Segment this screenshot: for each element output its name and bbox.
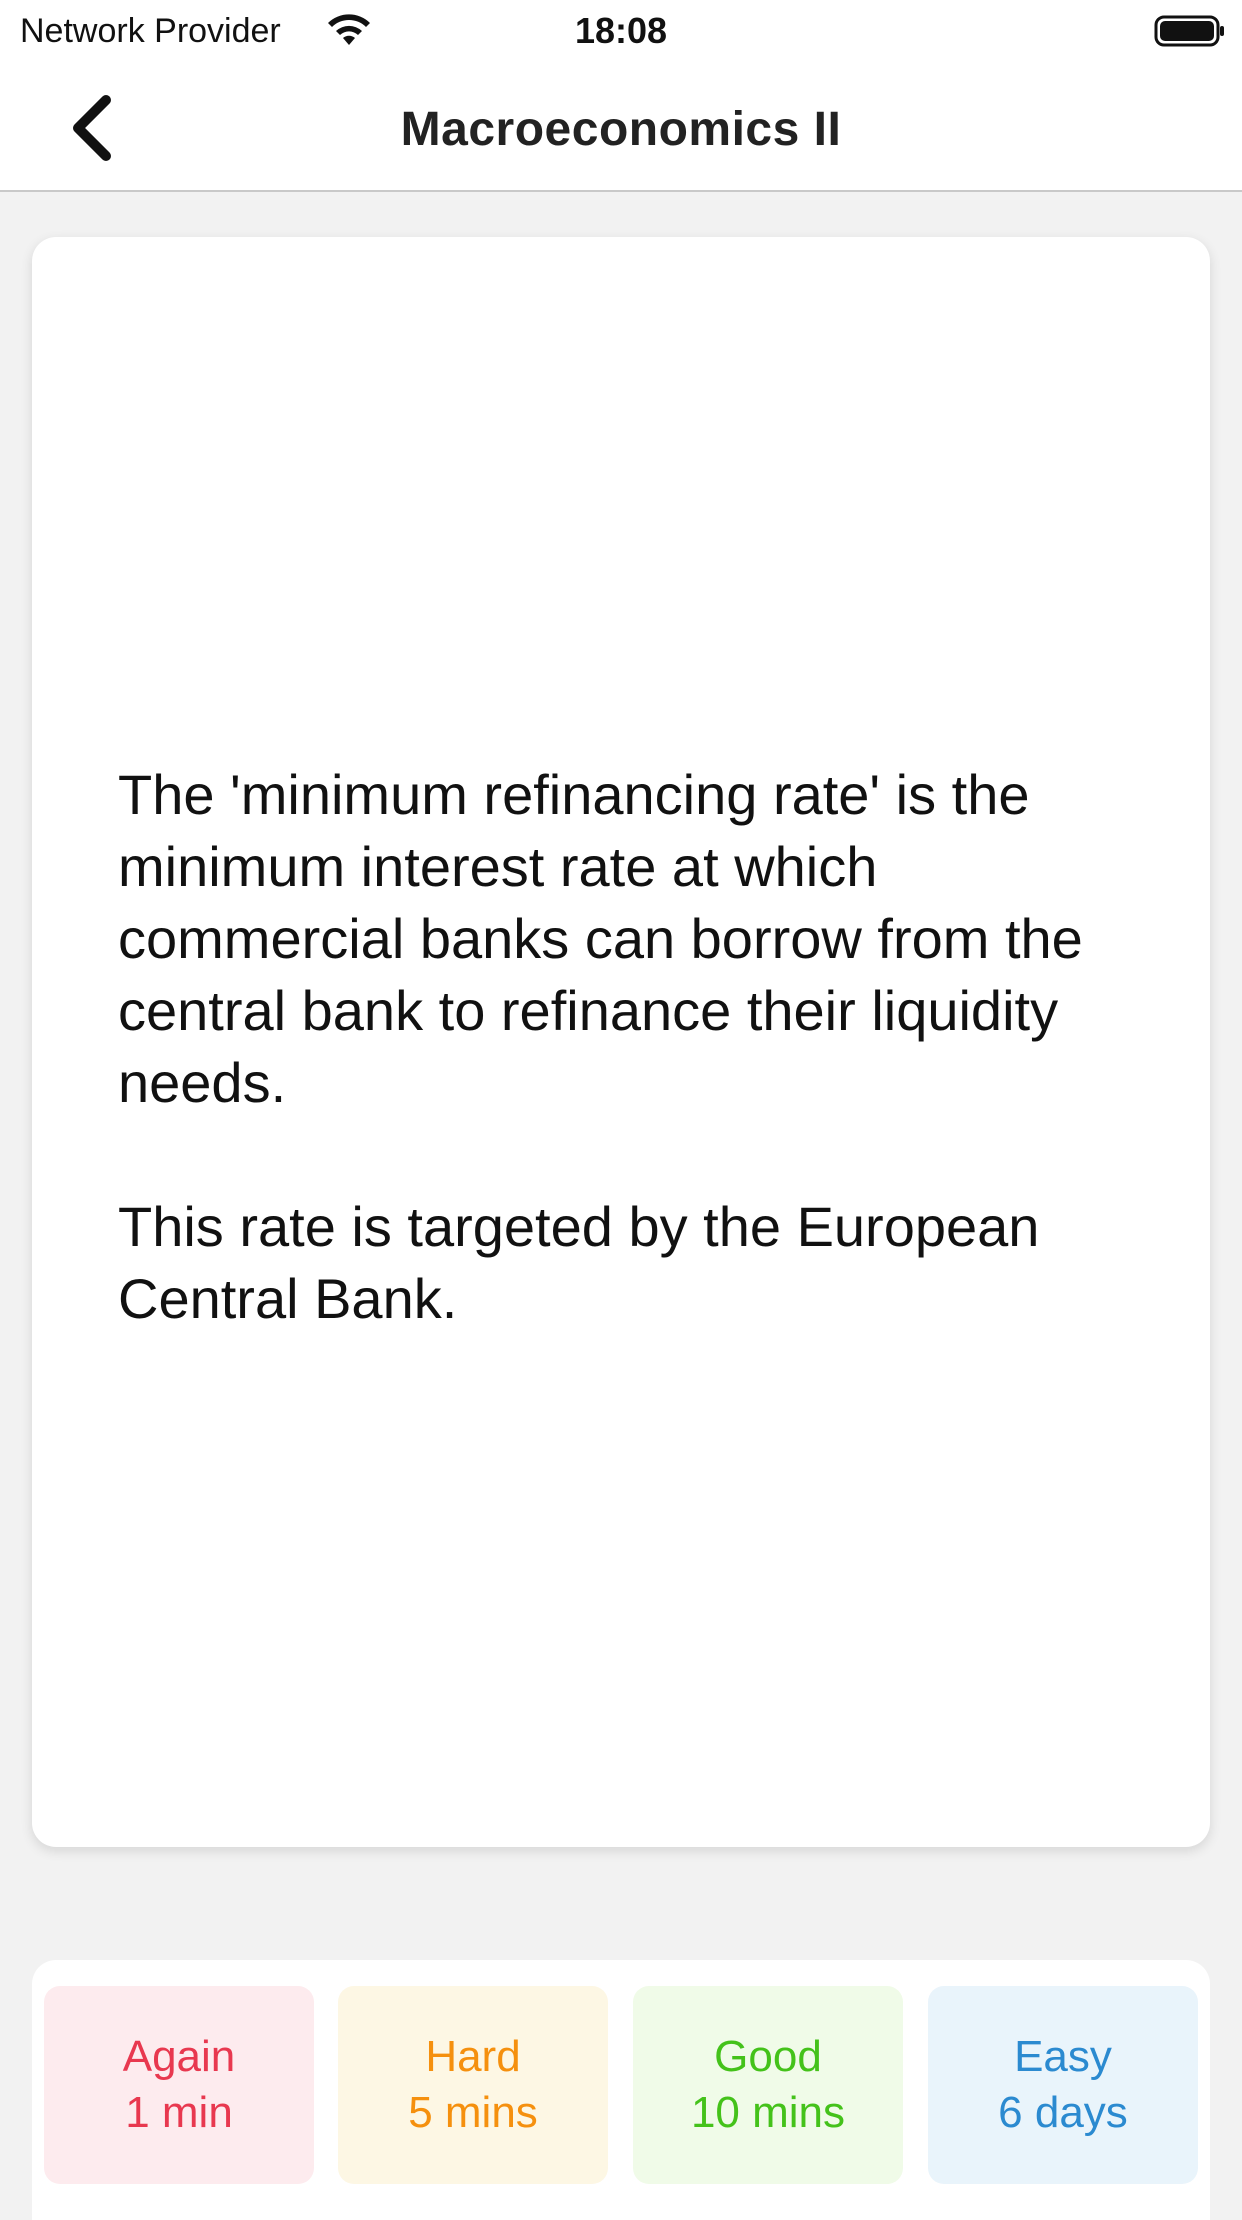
hard-label: Hard: [425, 2032, 521, 2081]
flashcard-paragraph: The 'minimum refinancing rate' is the mi…: [118, 763, 1083, 1114]
again-label: Again: [122, 2032, 236, 2081]
hard-button[interactable]: Hard 5 mins: [338, 1986, 608, 2184]
good-interval: 10 mins: [690, 2088, 846, 2137]
flashcard-answer-text: The 'minimum refinancing rate' is the mi…: [118, 759, 1124, 1335]
hard-interval: 5 mins: [408, 2088, 538, 2137]
again-button[interactable]: Again 1 min: [44, 1986, 314, 2184]
good-button[interactable]: Good 10 mins: [633, 1986, 903, 2184]
chevron-left-icon: [73, 95, 111, 161]
page-title: Macroeconomics II: [400, 103, 842, 156]
battery-icon: [1154, 15, 1224, 47]
flashcard-paragraph: This rate is targeted by the European Ce…: [118, 1195, 1040, 1330]
good-label: Good: [714, 2032, 822, 2081]
easy-label: Easy: [1014, 2032, 1112, 2081]
nav-bar: Macroeconomics II: [0, 66, 1242, 192]
status-bar: Network Provider 18:08: [0, 0, 1242, 66]
easy-button[interactable]: Easy 6 days: [928, 1986, 1198, 2184]
back-button[interactable]: [52, 88, 132, 168]
status-time: 18:08: [574, 10, 668, 51]
easy-interval: 6 days: [998, 2088, 1128, 2137]
again-interval: 1 min: [125, 2088, 233, 2137]
answer-bar: Again 1 min Hard 5 mins Good 10 mins Eas…: [32, 1960, 1210, 2220]
flashcard[interactable]: The 'minimum refinancing rate' is the mi…: [32, 237, 1210, 1847]
